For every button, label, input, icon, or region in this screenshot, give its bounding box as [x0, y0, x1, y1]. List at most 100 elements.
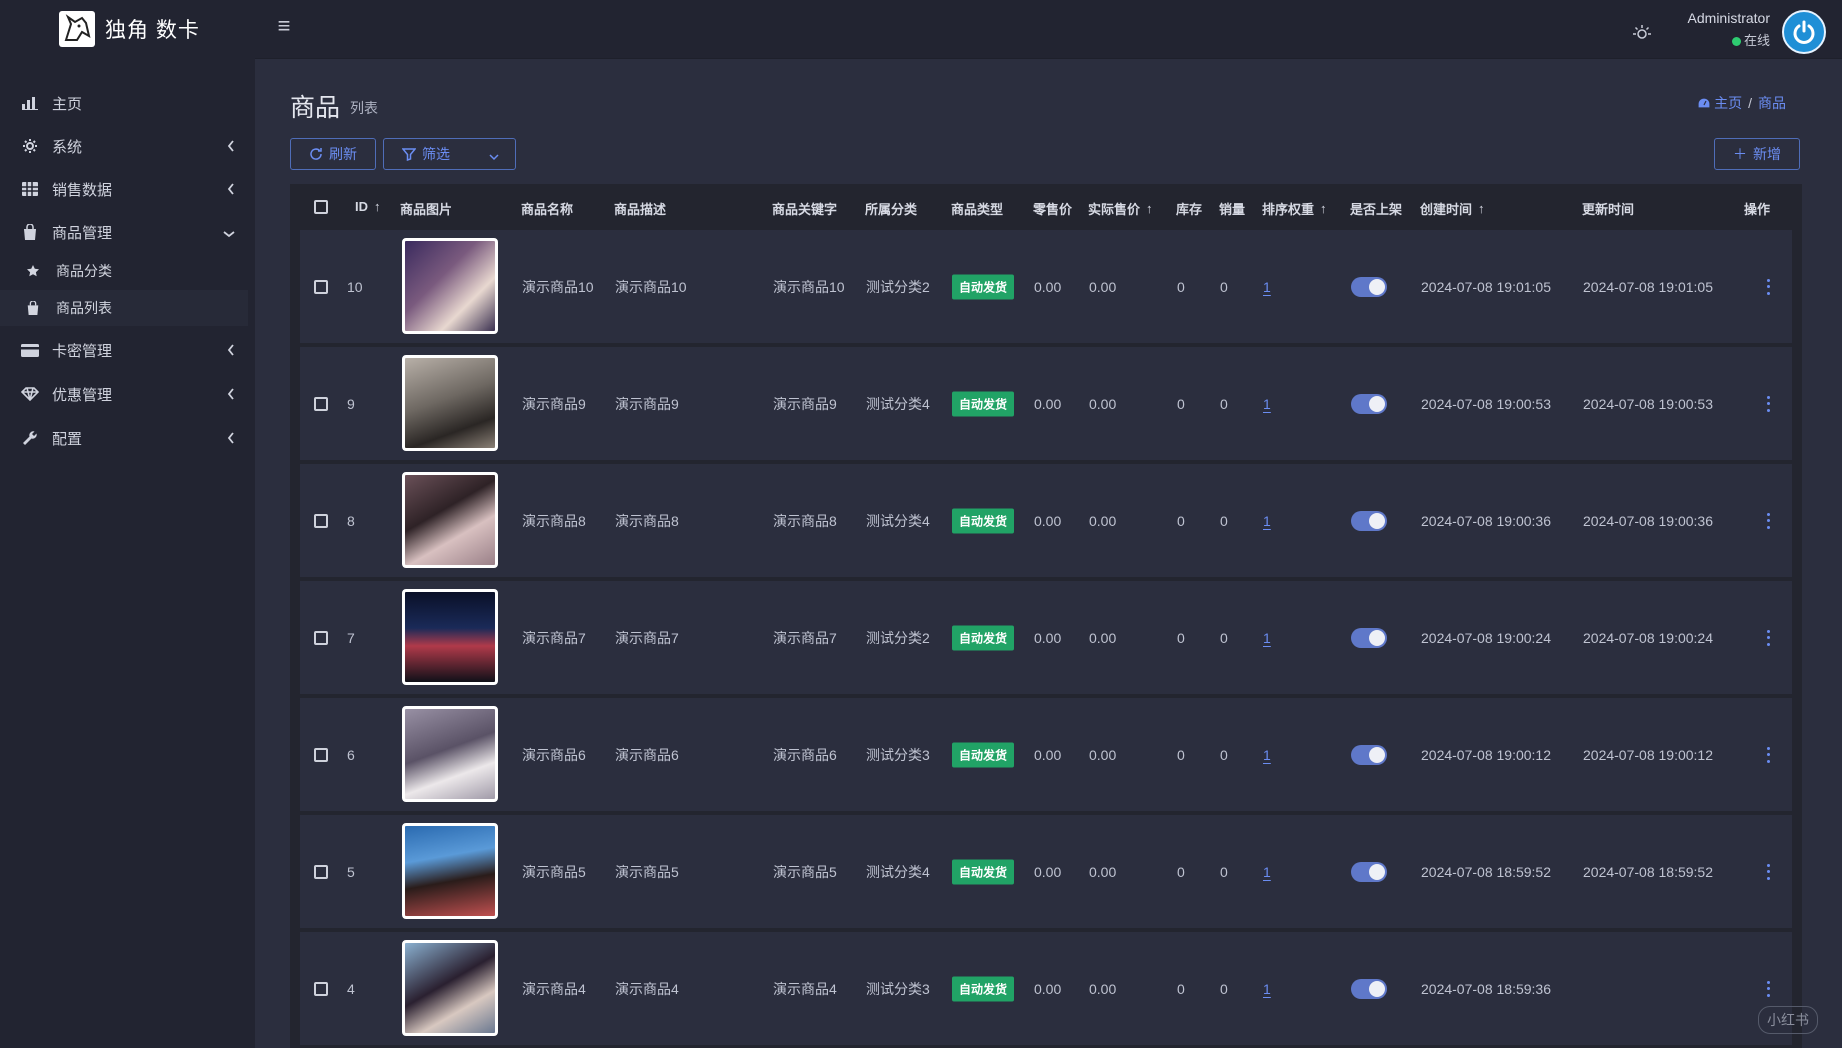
user-info[interactable]: Administrator 在线	[1660, 10, 1770, 50]
col-id[interactable]: ID ↑	[355, 199, 381, 214]
row-checkbox[interactable]	[314, 513, 328, 528]
col-weight[interactable]: 排序权重 ↑	[1262, 199, 1327, 218]
table-header: ID ↑ 商品图片 商品名称 商品描述 商品关键字 所属分类 商品类型 零售价 实…	[290, 184, 1802, 230]
cell-weight-link[interactable]: 1	[1263, 981, 1271, 997]
sidebar-item-label: 卡密管理	[52, 342, 113, 360]
col-listed: 是否上架	[1350, 202, 1403, 217]
avatar[interactable]	[1782, 10, 1826, 54]
row-checkbox[interactable]	[314, 864, 328, 879]
listed-toggle[interactable]	[1351, 276, 1387, 297]
plus-icon: ＋	[1733, 146, 1747, 162]
cell-weight-link[interactable]: 1	[1263, 279, 1271, 295]
status-badge: 自动发货	[952, 976, 1015, 1001]
gear-icon	[20, 138, 40, 154]
listed-toggle[interactable]	[1351, 510, 1387, 531]
breadcrumb-home[interactable]: 主页	[1697, 93, 1742, 113]
listed-toggle[interactable]	[1351, 627, 1387, 648]
more-actions-icon[interactable]	[1764, 629, 1772, 646]
cell-actual-price: 0.00	[1089, 980, 1117, 997]
cell-category: 测试分类3	[866, 980, 930, 997]
col-stock: 库存	[1176, 202, 1203, 217]
cell-retail-price: 0.00	[1034, 512, 1062, 529]
product-image[interactable]	[402, 355, 498, 451]
unicorn-logo-icon	[59, 11, 95, 47]
more-actions-icon[interactable]	[1764, 278, 1772, 295]
sidebar-item-system[interactable]: 系统	[0, 126, 255, 166]
sidebar-item-discount-management[interactable]: 优惠管理	[0, 374, 255, 414]
sidebar-item-label: 商品管理	[52, 224, 113, 242]
sidebar-item-label: 销售数据	[52, 181, 113, 199]
chevron-left-icon	[227, 343, 235, 360]
cell-weight-link[interactable]: 1	[1263, 396, 1271, 412]
col-created[interactable]: 创建时间 ↑	[1420, 199, 1485, 218]
listed-toggle[interactable]	[1351, 393, 1387, 414]
product-image[interactable]	[402, 706, 498, 802]
sidebar-item-product-management[interactable]: 商品管理	[0, 212, 255, 252]
cell-keyword: 演示商品7	[773, 629, 837, 646]
product-image[interactable]	[402, 940, 498, 1036]
row-checkbox[interactable]	[314, 279, 328, 294]
sort-arrow-up-icon: ↑	[1478, 201, 1485, 216]
sidebar-subitem-product-list[interactable]: 商品列表	[0, 290, 248, 326]
table-row: 5 演示商品5 演示商品5 演示商品5 测试分类4 自动发货 0.00 0.00…	[300, 815, 1792, 928]
cell-category: 测试分类4	[866, 863, 930, 880]
sidebar-item-config[interactable]: 配置	[0, 418, 255, 458]
col-desc: 商品描述	[614, 202, 667, 217]
cell-weight-link[interactable]: 1	[1263, 864, 1271, 880]
sort-arrow-up-icon: ↑	[1146, 201, 1153, 216]
product-image[interactable]	[402, 589, 498, 685]
sidebar: 主页 系统 销售数据 商品管理 商品分类 商品列表 卡密管理 优惠管理 配置	[0, 58, 255, 1048]
cell-updated: 2024-07-08 19:00:24	[1583, 629, 1713, 646]
online-dot-icon	[1731, 37, 1741, 46]
listed-toggle[interactable]	[1351, 978, 1387, 999]
cell-weight-link[interactable]: 1	[1263, 630, 1271, 646]
sidebar-subitem-product-category[interactable]: 商品分类	[0, 253, 248, 289]
cell-created: 2024-07-08 19:01:05	[1421, 278, 1551, 295]
cell-retail-price: 0.00	[1034, 746, 1062, 763]
brand[interactable]: 独角 数卡	[0, 0, 255, 58]
sidebar-item-label: 优惠管理	[52, 386, 113, 404]
add-button[interactable]: ＋ 新增	[1714, 138, 1800, 170]
row-checkbox[interactable]	[314, 747, 328, 762]
more-actions-icon[interactable]	[1764, 512, 1772, 529]
cell-id: 9	[347, 395, 355, 412]
filter-button[interactable]: 筛选	[383, 138, 516, 170]
cell-name: 演示商品10	[522, 278, 594, 295]
col-actual-price[interactable]: 实际售价 ↑	[1088, 199, 1153, 218]
cell-updated: 2024-07-08 19:00:53	[1583, 395, 1713, 412]
sort-arrow-up-icon: ↑	[374, 199, 381, 214]
table-row: 8 演示商品8 演示商品8 演示商品8 测试分类4 自动发货 0.00 0.00…	[300, 464, 1792, 577]
cell-updated: 2024-07-08 19:00:12	[1583, 746, 1713, 763]
refresh-icon	[310, 148, 322, 160]
product-image[interactable]	[402, 238, 498, 334]
sidebar-item-card-management[interactable]: 卡密管理	[0, 330, 255, 370]
status-badge: 自动发货	[952, 391, 1015, 416]
cell-weight-link[interactable]: 1	[1263, 513, 1271, 529]
more-actions-icon[interactable]	[1764, 746, 1772, 763]
more-actions-icon[interactable]	[1764, 863, 1772, 880]
dashboard-icon	[1697, 97, 1711, 109]
cell-created: 2024-07-08 19:00:12	[1421, 746, 1551, 763]
cell-sales: 0	[1220, 395, 1228, 412]
col-image: 商品图片	[400, 202, 453, 217]
refresh-button[interactable]: 刷新	[290, 138, 376, 170]
more-actions-icon[interactable]	[1764, 980, 1772, 997]
theme-toggle-sun-icon[interactable]	[1630, 20, 1654, 44]
select-all-checkbox[interactable]	[314, 200, 328, 214]
add-button-label: 新增	[1753, 146, 1781, 162]
row-checkbox[interactable]	[314, 630, 328, 645]
row-checkbox[interactable]	[314, 981, 328, 996]
shopping-bag-icon	[20, 224, 40, 240]
row-checkbox[interactable]	[314, 396, 328, 411]
menu-toggle-icon[interactable]: ≡	[272, 13, 296, 38]
cell-stock: 0	[1177, 863, 1185, 880]
cell-weight-link[interactable]: 1	[1263, 747, 1271, 763]
sidebar-item-home[interactable]: 主页	[0, 83, 255, 123]
more-actions-icon[interactable]	[1764, 395, 1772, 412]
product-image[interactable]	[402, 823, 498, 919]
sidebar-item-sales-data[interactable]: 销售数据	[0, 169, 255, 209]
listed-toggle[interactable]	[1351, 744, 1387, 765]
product-image[interactable]	[402, 472, 498, 568]
listed-toggle[interactable]	[1351, 861, 1387, 882]
cell-desc: 演示商品9	[615, 395, 679, 412]
